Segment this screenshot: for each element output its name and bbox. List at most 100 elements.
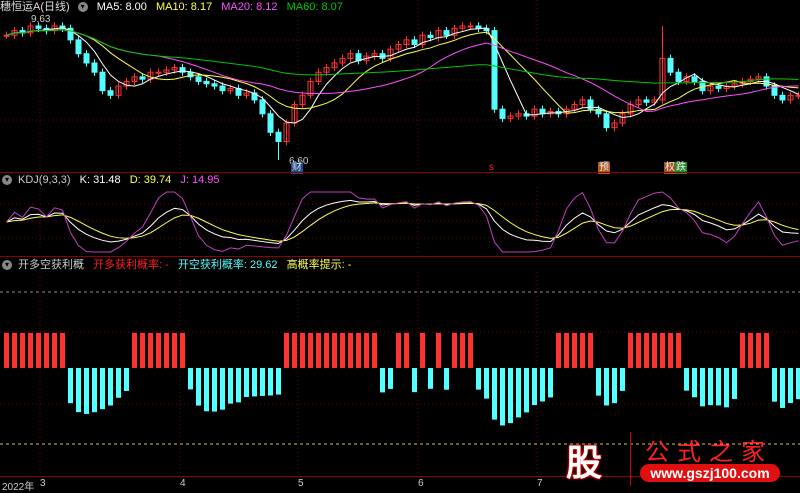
short-bar	[524, 368, 529, 413]
candle	[499, 108, 506, 119]
long-bar	[420, 333, 425, 368]
candle	[715, 85, 722, 89]
short-bar	[684, 368, 689, 391]
candle	[75, 39, 82, 55]
j-line	[6, 191, 799, 253]
settings-icon[interactable]: ▾	[2, 260, 12, 271]
candle	[203, 80, 210, 85]
long-bar	[556, 333, 561, 368]
long-bar	[748, 333, 753, 368]
short-bar	[212, 368, 217, 412]
long-bar	[572, 333, 577, 368]
long-bar	[4, 333, 9, 368]
short-bar	[276, 368, 281, 395]
month-label: 7	[537, 478, 543, 489]
candle	[475, 25, 482, 29]
kdj-d: D: 39.74	[129, 174, 172, 186]
short-bar	[268, 368, 273, 396]
logo-name: 公式之家	[645, 439, 773, 466]
short-bar	[476, 368, 481, 390]
long-bar	[132, 333, 137, 368]
long-bar	[156, 333, 161, 368]
short-bar	[124, 368, 129, 391]
long-bar	[164, 333, 169, 368]
long-bar	[644, 333, 649, 368]
long-bar	[676, 333, 681, 368]
candle	[691, 76, 698, 82]
short-bar	[108, 368, 113, 406]
short-bar	[252, 368, 257, 397]
logo-url: www.gszj100.com	[640, 464, 780, 482]
divider	[0, 256, 800, 257]
settings-icon[interactable]: ▾	[2, 175, 12, 186]
short-bar	[724, 368, 729, 408]
long-bar	[292, 333, 297, 368]
short-bar	[380, 368, 385, 393]
high-prob-hint: 高概率提示: -	[286, 259, 352, 271]
short-bar	[412, 368, 417, 393]
month-label: 6	[418, 478, 424, 489]
short-bar	[204, 368, 209, 412]
short-bar	[548, 368, 553, 398]
long-bar	[44, 333, 49, 368]
long-bar	[28, 333, 33, 368]
short-bar	[612, 368, 617, 404]
long-bar	[764, 333, 769, 368]
candle	[411, 39, 418, 45]
candle	[267, 113, 274, 133]
long-bar	[60, 333, 65, 368]
long-bar	[756, 333, 761, 368]
candle	[91, 62, 98, 73]
candlestick-chart[interactable]	[0, 0, 800, 172]
short-bar	[444, 368, 449, 390]
short-bar	[68, 368, 73, 404]
candle	[3, 34, 10, 37]
candle	[795, 94, 800, 97]
short-bar	[700, 368, 705, 407]
long-bar	[436, 333, 441, 368]
short-bar	[516, 368, 521, 418]
long-bar	[172, 333, 177, 368]
candle	[195, 76, 202, 82]
long-bar	[316, 333, 321, 368]
short-bar	[100, 368, 105, 410]
long-bar	[636, 333, 641, 368]
long-bar	[324, 333, 329, 368]
long-bar	[300, 333, 305, 368]
long-bar	[148, 333, 153, 368]
candle	[491, 30, 498, 110]
logo-char: 股	[566, 442, 603, 483]
kdj-header: ▾ KDJ(9,3,3) K: 31.48 D: 39.74 J: 14.95	[0, 173, 225, 187]
short-bar	[116, 368, 121, 398]
long-bar	[628, 333, 633, 368]
month-label: 5	[298, 478, 304, 489]
long-bar	[580, 333, 585, 368]
ma10-line	[6, 29, 799, 114]
long-bar	[660, 333, 665, 368]
candle	[211, 83, 218, 87]
kdj-j: J: 14.95	[180, 174, 220, 186]
short-bar	[260, 368, 265, 396]
long-bar	[652, 333, 657, 368]
candle	[83, 53, 90, 64]
candle	[603, 113, 610, 129]
short-bar	[236, 368, 241, 403]
candle	[427, 34, 434, 39]
long-bar	[404, 333, 409, 368]
watermark-logo: 股 公式之家 www.gszj100.com	[560, 432, 790, 488]
candle	[643, 99, 650, 103]
kdj-chart[interactable]	[0, 187, 800, 255]
candle	[219, 85, 226, 92]
long-bar	[348, 333, 353, 368]
indicator-title: 开多空获利概	[18, 259, 84, 271]
month-label: 3	[40, 478, 46, 489]
long-bar	[12, 333, 17, 368]
short-bar	[196, 368, 201, 406]
short-bar	[492, 368, 497, 420]
indicator-header: ▾ 开多空获利概 开多获利概率: - 开空获利概率: 29.62 高概率提示: -	[0, 258, 357, 272]
candle	[155, 71, 162, 74]
short-bar	[484, 368, 489, 399]
short-bar	[596, 368, 601, 396]
short-bar	[604, 368, 609, 406]
month-label: 4	[180, 478, 186, 489]
